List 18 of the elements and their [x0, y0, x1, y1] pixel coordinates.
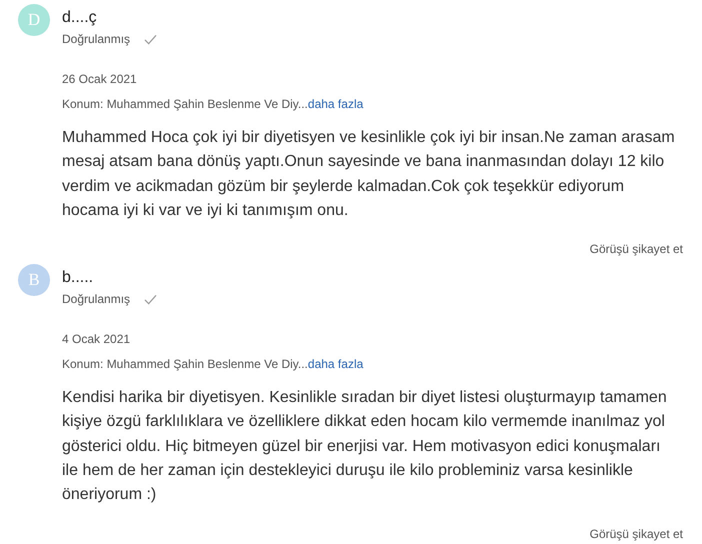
review-text: Kendisi harika bir diyetisyen. Kesinlikle sıradan bir diyet listesi oluşturmayıp tamamen kişiye özgü farklılıklara ve özelliklere dikkat eden hocam kilo vermemde inanılmaz yol gösterici oldu. Hiç bitmeyen güzel bir enerjisi var. Hem motivasyon edici konuşmaları ile hem de her zaman için destekleyici duruşu ile kilo probleminiz varsa kesinlikle öneriyorum :): [62, 388, 668, 506]
check-icon: [144, 294, 158, 305]
reviewer-name: d....ç: [62, 8, 98, 28]
report-link[interactable]: Görüşü şikayet et: [590, 526, 683, 542]
verified-label: Doğrulanmış: [62, 31, 130, 47]
report-link[interactable]: Görüşü şikayet et: [590, 241, 683, 258]
review-date: 4 Ocak 2021: [62, 331, 132, 348]
review-date: 26 Ocak 2021: [62, 71, 138, 87]
location-text: Konum: Muhammed Şahin Beslenme Ve Diy...: [62, 356, 308, 372]
review-text: Muhammed Hoca çok iyi bir diyetisyen ve kesinlikle çok iyi bir insan.Ne zaman arasam mesaj atsam bana dönüş yaptı.Onun sayesinde ve bana inanmasından dolayı 12 kilo verdim ve acikmadan gözüm bir şeylerde kalmadan.Cok çok teşekkür ediyorum hocama iyi ki var ve iyi ki tanımışım onu.: [62, 128, 676, 221]
more-link[interactable]: daha fazla: [308, 356, 364, 372]
avatar: B: [18, 264, 50, 296]
more-link[interactable]: daha fazla: [308, 96, 364, 112]
check-icon: [144, 34, 158, 44]
avatar: D: [18, 4, 50, 36]
location-text: Konum: Muhammed Şahin Beslenme Ve Diy...: [62, 96, 308, 112]
verified-label: Doğrulanmış: [62, 291, 130, 308]
reviewer-name: b.....: [62, 268, 94, 288]
